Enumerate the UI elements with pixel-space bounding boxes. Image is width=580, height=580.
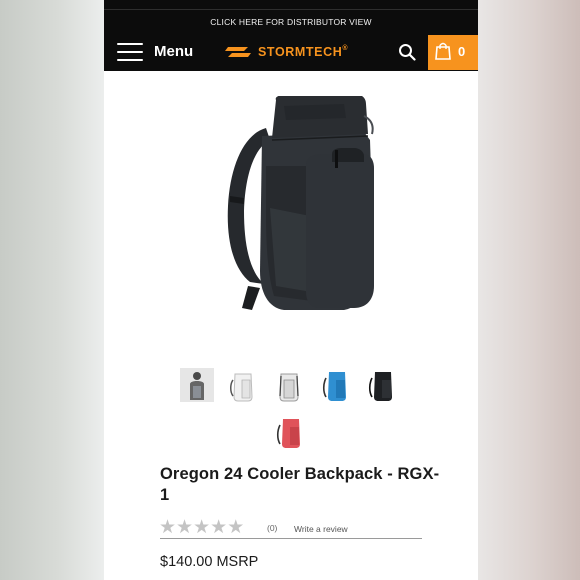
write-review-link[interactable]: Write a review [294,524,348,534]
header-divider [104,9,478,10]
cart-button[interactable]: 0 [428,35,478,70]
search-icon[interactable] [398,43,416,61]
person-icon [190,372,204,400]
shopping-bag-icon [435,42,451,60]
thumbnail-white-grey[interactable] [272,368,306,402]
star-icon: ★ [227,516,245,538]
product-main-image[interactable] [214,96,384,321]
thumbnail-white[interactable] [226,368,260,402]
thumbnail-black[interactable] [364,368,398,402]
rating-stars: ★★★★★ [159,516,245,538]
hamburger-menu-icon[interactable] [117,42,143,62]
brand-name: STORMTECH® [258,45,349,59]
review-count: (0) [267,523,278,533]
product-title: Oregon 24 Cooler Backpack - RGX-1 [160,465,440,504]
star-icon: ★ [176,516,194,538]
mobile-page: CLICK HERE FOR DISTRIBUTOR VIEW Menu STO… [104,0,478,580]
product-price: $140.00 MSRP [160,554,259,570]
site-header: CLICK HERE FOR DISTRIBUTOR VIEW Menu STO… [104,0,478,71]
section-divider [160,538,422,539]
menu-button[interactable]: Menu [154,43,193,60]
star-icon: ★ [159,516,177,538]
thumbnail-model[interactable] [180,368,214,402]
thumbnail-blue[interactable] [318,368,352,402]
star-icon: ★ [193,516,211,538]
thumbnail-red[interactable] [272,415,306,449]
distributor-view-link[interactable]: CLICK HERE FOR DISTRIBUTOR VIEW [104,17,478,27]
cart-count: 0 [458,44,466,59]
stormtech-logo-mark-icon [225,47,251,57]
star-icon: ★ [210,516,228,538]
